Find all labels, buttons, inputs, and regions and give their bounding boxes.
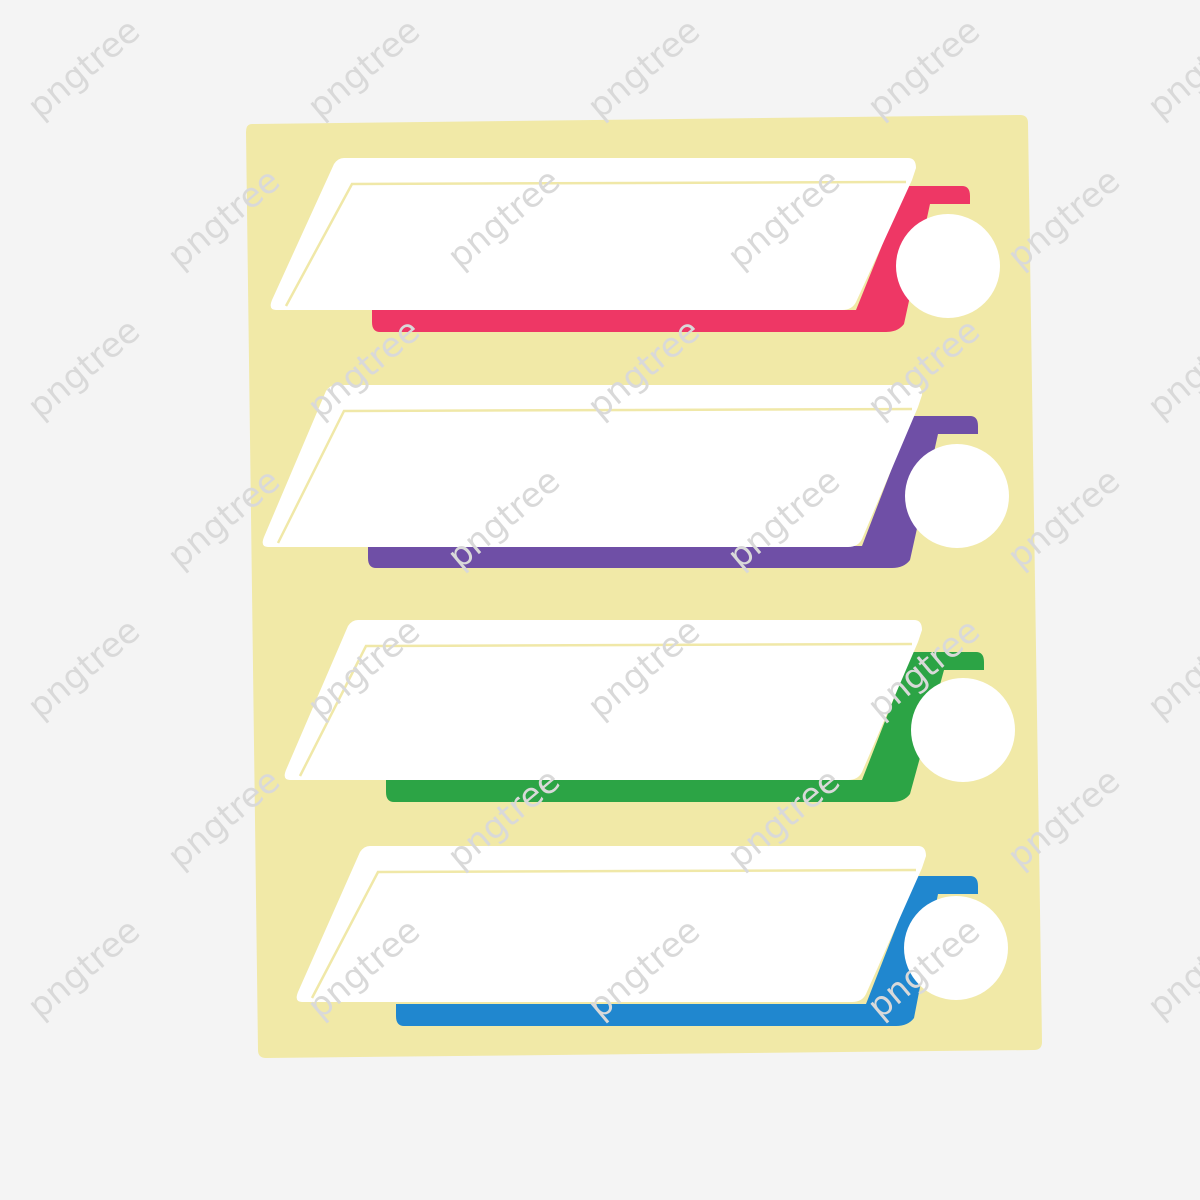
- watermark-text: pngtree: [1140, 611, 1200, 727]
- infographic-stage: pngtree pngtree pngtree pngtree pngtree pngtr…: [0, 0, 1200, 1200]
- watermark-text: pngtree: [1140, 911, 1200, 1027]
- watermark-text: pngtree: [20, 911, 148, 1027]
- watermark-text: pngtree: [860, 11, 988, 127]
- watermark-text: pngtree: [580, 11, 708, 127]
- watermark-text: pngtree: [0, 761, 8, 877]
- watermark-text: pngtree: [1140, 11, 1200, 127]
- banner-2-number-circle: [905, 444, 1009, 548]
- banner-1: [270, 158, 1000, 332]
- watermark-text: pngtree: [0, 461, 8, 577]
- watermark-text: pngtree: [300, 11, 428, 127]
- watermark-text: pngtree: [1140, 311, 1200, 427]
- watermark-text: pngtree: [20, 11, 148, 127]
- watermark-text: pngtree: [20, 611, 148, 727]
- watermark-text: pngtree: [20, 311, 148, 427]
- infographic-canvas: pngtree pngtree pngtree pngtree pngtree pngtr…: [0, 11, 1200, 1058]
- banner-3-number-circle: [911, 678, 1015, 782]
- banner-1-number-circle: [896, 214, 1000, 318]
- watermark-text: pngtree: [0, 161, 8, 277]
